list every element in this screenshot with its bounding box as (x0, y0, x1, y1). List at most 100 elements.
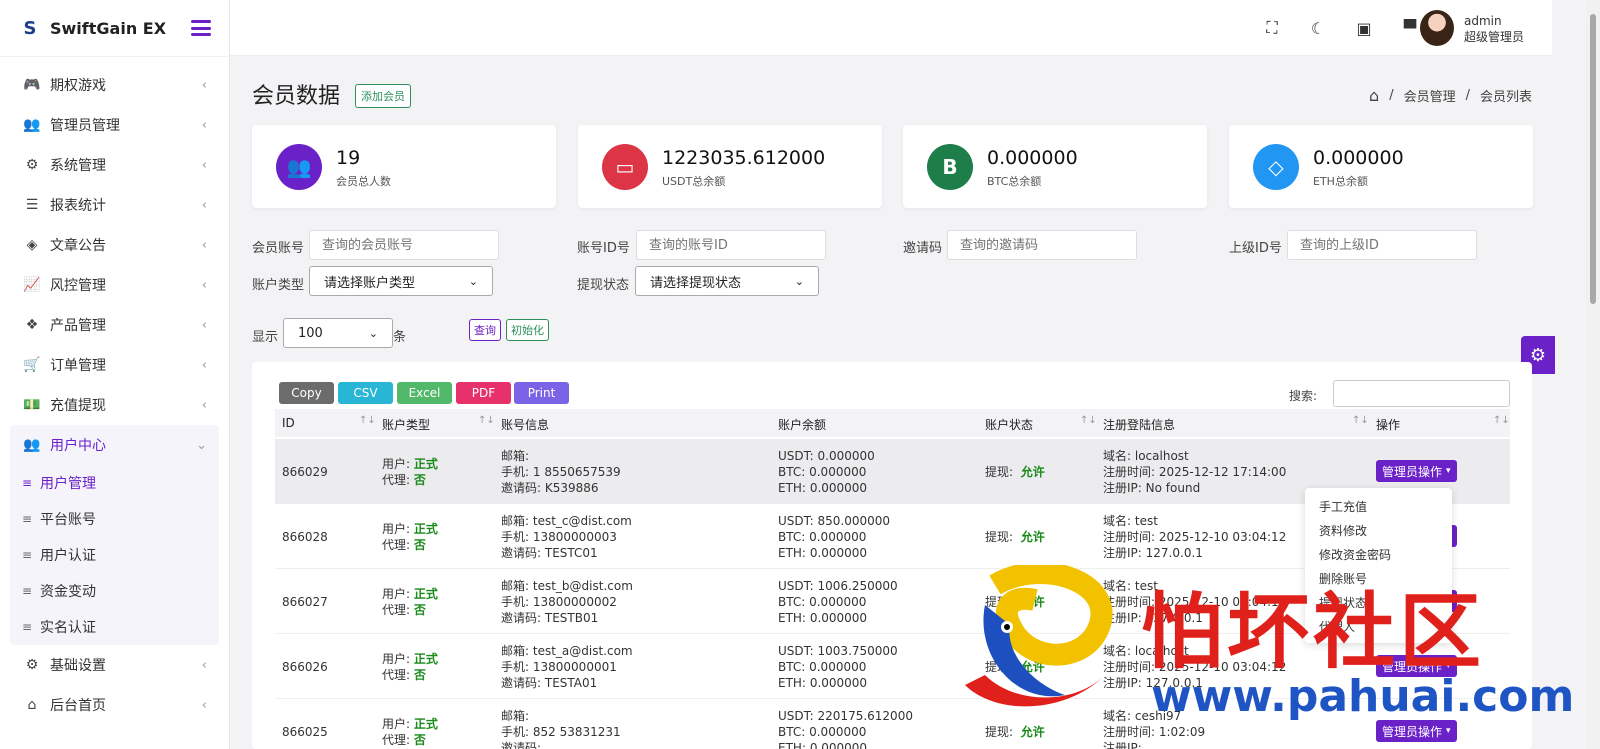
label: 注册IP: (1103, 481, 1142, 495)
sidebar-item-sidebar.bottom_items1[interactable]: ⌂ 后台首页 ‹ (0, 685, 229, 725)
chevron-left-icon: ‹ (201, 317, 207, 333)
add-member-button[interactable]: 添加会员 (355, 84, 411, 108)
account-label: 会员账号 (252, 241, 305, 256)
member-id: 866027 (282, 595, 328, 609)
id-input[interactable] (636, 230, 826, 260)
sidebar-subitem-label: 用户认证 (40, 548, 96, 564)
sidebar-item-sidebar.items0[interactable]: 🎮 期权游戏 ‹ (0, 65, 229, 105)
sort-icon[interactable]: ↑↓ (478, 415, 495, 426)
label: ETH: (778, 481, 806, 495)
avatar[interactable] (1420, 10, 1454, 46)
dropdown-item[interactable]: 手工充值 (1305, 494, 1452, 518)
dropdown-item[interactable]: 资料修改 (1305, 518, 1452, 542)
export-excel-button[interactable]: Excel (397, 382, 452, 404)
col-actions[interactable]: 操作 (1376, 416, 1400, 433)
label: ETH: (778, 676, 806, 690)
chevron-down-icon: ⌄ (794, 274, 804, 288)
chat-icon[interactable]: ▀ (1398, 18, 1422, 38)
sidebar-item-sidebar.items7[interactable]: 🛒 订单管理 ‹ (0, 345, 229, 385)
register-ip: 127.0.0.1 (1145, 546, 1203, 560)
sort-icon[interactable]: ↑↓ (1080, 415, 1097, 426)
sidebar-item-sidebar.items6[interactable]: ❖ 产品管理 ‹ (0, 305, 229, 345)
sort-icon[interactable]: ↑↓ (1352, 415, 1369, 426)
sidebar-item-sidebar.items2[interactable]: ⚙ 系统管理 ‹ (0, 145, 229, 185)
dropdown-item[interactable]: 代理人 (1305, 614, 1452, 638)
sidebar-subitem[interactable]: ≡ 资金变动 (10, 573, 219, 609)
register-ip: No found (1145, 481, 1201, 495)
fullscreen-icon[interactable]: ⛶ (1260, 18, 1284, 38)
list-icon: ≡ (22, 476, 33, 490)
parent-id-input[interactable] (1287, 230, 1477, 260)
label: 用户: (382, 587, 411, 601)
invite-input[interactable] (947, 230, 1137, 260)
sidebar-item-sidebar.bottom_items0[interactable]: ⚙ 基础设置 ‹ (0, 645, 229, 685)
sidebar-subitem[interactable]: ≡ 实名认证 (10, 609, 219, 645)
btc-balance: 0.000000 (809, 465, 867, 479)
label: 邀请码: (501, 481, 542, 495)
sidebar-item-label: 期权游戏 (50, 78, 106, 94)
sidebar-subitem[interactable]: ≡ 用户认证 (10, 537, 219, 573)
dropdown-item[interactable]: 删除账号 (1305, 566, 1452, 590)
sort-icon[interactable]: ↑↓ (359, 415, 376, 426)
sidebar-item-sidebar.items4[interactable]: ◈ 文章公告 ‹ (0, 225, 229, 265)
home-icon[interactable]: ⌂ (1369, 86, 1379, 105)
admin-actions-button[interactable]: 管理员操作▾ (1376, 460, 1457, 482)
dropdown-item[interactable]: 提现状态 (1305, 590, 1452, 614)
invite-code: TESTA01 (544, 676, 598, 690)
register-ip: 127.0.0.1 (1145, 611, 1203, 625)
col-account-status[interactable]: 账户状态 (985, 416, 1033, 433)
col-id[interactable]: ID (282, 416, 295, 430)
dropdown-item[interactable]: 修改资金密码 (1305, 542, 1452, 566)
money-icon[interactable]: ▣ (1352, 18, 1376, 38)
sidebar-item-label: 文章公告 (50, 238, 106, 254)
email: test_a@dist.com (532, 644, 633, 658)
sidebar-item-label: 产品管理 (50, 318, 106, 334)
scrollbar[interactable] (1586, 0, 1600, 749)
sidebar-subitem[interactable]: ≡ 平台账号 (10, 501, 219, 537)
sidebar-item-user-center[interactable]: 👥 用户中心 ⌄ (10, 425, 219, 465)
col-register-info[interactable]: 注册登陆信息 (1103, 416, 1175, 433)
withdraw-status-label: 提现状态 (577, 278, 630, 293)
account-type-select[interactable]: 请选择账户类型 ⌄ (309, 266, 493, 296)
label: 域名: (1103, 514, 1132, 528)
export-copy-button[interactable]: Copy (279, 382, 334, 404)
export-print-button[interactable]: Print (514, 382, 569, 404)
col-account-type[interactable]: 账户类型 (382, 416, 430, 433)
withdraw-status-select[interactable]: 请选择提现状态 ⌄ (635, 266, 819, 296)
label: 注册时间: (1103, 465, 1156, 479)
label: USDT: (778, 449, 814, 463)
sort-icon[interactable]: ↑↓ (1493, 415, 1510, 426)
moon-icon[interactable]: ☾ (1306, 18, 1330, 38)
sidebar-item-label: 系统管理 (50, 158, 106, 174)
export-pdf-button[interactable]: PDF (456, 382, 511, 404)
sidebar-subitem[interactable]: ≡ 用户管理 (10, 465, 219, 501)
domain: test (1134, 514, 1158, 528)
label: 注册时间: (1103, 530, 1156, 544)
domain: test (1134, 579, 1158, 593)
hamburger-menu-icon[interactable] (191, 20, 211, 36)
list-icon: ≡ (22, 512, 33, 526)
page-size-select[interactable]: 100 ⌄ (283, 318, 393, 348)
label: 注册时间: (1103, 660, 1156, 674)
sidebar-item-sidebar.items3[interactable]: ☰ 报表统计 ‹ (0, 185, 229, 225)
label: 用户: (382, 522, 411, 536)
admin-actions-label: 管理员操作 (1382, 724, 1443, 739)
invite-code: K539886 (544, 481, 599, 495)
sidebar-item-sidebar.items8[interactable]: 💵 充值提现 ‹ (0, 385, 229, 425)
search-label: 搜索: (1289, 389, 1318, 403)
reset-button[interactable]: 初始化 (506, 319, 549, 341)
btc-balance: 0.000000 (809, 660, 867, 674)
query-button[interactable]: 查询 (469, 319, 501, 341)
search-input[interactable] (1333, 380, 1510, 407)
export-csv-button[interactable]: CSV (338, 382, 393, 404)
member-id: 866026 (282, 660, 328, 674)
admin-actions-button[interactable]: 管理员操作▾ (1376, 720, 1457, 742)
sidebar-item-sidebar.items5[interactable]: 📈 风控管理 ‹ (0, 265, 229, 305)
sidebar-item-sidebar.items1[interactable]: 👥 管理员管理 ‹ (0, 105, 229, 145)
breadcrumb-item[interactable]: 会员管理 (1404, 86, 1456, 105)
user-info[interactable]: admin 超级管理员 (1464, 13, 1524, 45)
admin-actions-button[interactable]: 管理员操作▾ (1376, 655, 1457, 677)
label: 注册IP: (1103, 676, 1142, 690)
account-input[interactable] (309, 230, 499, 260)
label: 邀请码: (501, 676, 542, 690)
